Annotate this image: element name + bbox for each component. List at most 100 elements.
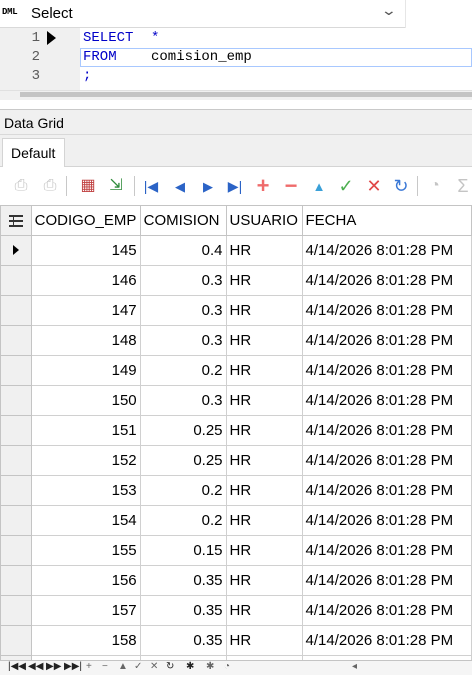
data-grid[interactable]: CODIGO_EMP COMISION USUARIO FECHA 145 0.4… <box>0 205 472 660</box>
table-row[interactable]: 155 0.15 HR 4/14/2026 8:01:28 PM <box>0 535 472 566</box>
nav-first-page-icon[interactable]: |◀◀ <box>8 662 26 672</box>
cancel-edit-icon[interactable]: ✕ <box>364 175 384 197</box>
table-cell-codigo-emp[interactable]: 149 <box>30 355 141 386</box>
delete-record-icon[interactable]: − <box>281 175 301 197</box>
table-cell-comision[interactable]: 0.25 <box>139 445 227 476</box>
table-cell-comision[interactable]: 0.3 <box>139 265 227 296</box>
table-cell-codigo-emp[interactable]: 155 <box>30 535 141 566</box>
row-selector[interactable] <box>0 385 32 416</box>
table-row[interactable]: 158 0.35 HR 4/14/2026 8:01:28 PM <box>0 625 472 656</box>
table-row[interactable]: 145 0.4 HR 4/14/2026 8:01:28 PM <box>0 235 472 266</box>
row-selector[interactable] <box>0 325 32 356</box>
column-header[interactable]: FECHA <box>301 205 472 236</box>
export-icon[interactable]: ⇲ <box>106 175 126 197</box>
table-row[interactable]: 148 0.3 HR 4/14/2026 8:01:28 PM <box>0 325 472 356</box>
table-cell-codigo-emp[interactable]: 148 <box>30 325 141 356</box>
table-row[interactable]: 154 0.2 HR 4/14/2026 8:01:28 PM <box>0 505 472 536</box>
table-cell-comision[interactable]: 0.3 <box>139 325 227 356</box>
row-selector[interactable] <box>0 355 32 386</box>
table-cell-fecha[interactable]: 4/14/2026 8:01:28 PM <box>301 535 472 566</box>
prior-record-icon[interactable]: ◀ <box>170 175 190 197</box>
table-cell-comision[interactable]: 0.15 <box>139 535 227 566</box>
table-cell-comision[interactable]: 0.2 <box>139 355 227 386</box>
column-header[interactable]: COMISION <box>139 205 227 236</box>
table-cell-fecha[interactable]: 4/14/2026 8:01:28 PM <box>301 445 472 476</box>
table-cell-fecha[interactable]: 4/14/2026 8:01:28 PM <box>301 325 472 356</box>
table-cell-comision[interactable]: 0.35 <box>139 565 227 596</box>
table-cell-comision[interactable]: 0.2 <box>139 475 227 506</box>
nav-refresh-icon[interactable]: ↻ <box>166 662 174 672</box>
table-cell-usuario[interactable]: HR <box>225 385 303 416</box>
table-cell-fecha[interactable]: 4/14/2026 8:01:28 PM <box>301 625 472 656</box>
horizontal-scrollbar-thumb[interactable] <box>20 92 472 97</box>
table-cell-usuario[interactable]: HR <box>225 625 303 656</box>
nav-insert-icon[interactable]: + <box>86 662 92 672</box>
table-row[interactable]: 156 0.35 HR 4/14/2026 8:01:28 PM <box>0 565 472 596</box>
edit-record-icon[interactable]: ▲ <box>309 175 329 197</box>
nav-filter-icon[interactable]: ◔ <box>224 662 230 672</box>
table-cell-usuario[interactable]: HR <box>225 505 303 536</box>
table-cell-comision[interactable]: 0.25 <box>139 415 227 446</box>
table-cell-usuario[interactable]: HR <box>225 595 303 626</box>
table-cell-fecha[interactable]: 4/14/2026 8:01:28 PM <box>301 505 472 536</box>
nav-bookmark-icon[interactable]: ✱ <box>186 662 194 672</box>
table-cell-fecha[interactable]: 4/14/2026 8:01:28 PM <box>301 415 472 446</box>
table-cell-usuario[interactable]: HR <box>225 535 303 566</box>
table-cell-fecha[interactable]: 4/14/2026 8:01:28 PM <box>301 355 472 386</box>
column-header[interactable]: USUARIO <box>225 205 303 236</box>
table-row[interactable]: 151 0.25 HR 4/14/2026 8:01:28 PM <box>0 415 472 446</box>
nav-delete-icon[interactable]: − <box>102 662 108 672</box>
table-cell-usuario[interactable]: HR <box>225 295 303 326</box>
table-cell-usuario[interactable]: HR <box>225 235 303 266</box>
nav-edit-icon[interactable]: ▲ <box>118 662 128 672</box>
nav-goto-bookmark-icon[interactable]: ✱ <box>206 662 214 672</box>
row-selector[interactable] <box>0 265 32 296</box>
nav-prior-page-icon[interactable]: ◀◀ <box>28 662 43 672</box>
table-cell-codigo-emp[interactable]: 158 <box>30 625 141 656</box>
row-selector[interactable] <box>0 295 32 326</box>
table-cell-fecha[interactable]: 4/14/2026 8:01:28 PM <box>301 595 472 626</box>
nav-post-icon[interactable]: ✓ <box>134 662 142 672</box>
table-cell-fecha[interactable]: 4/14/2026 8:01:28 PM <box>301 235 472 266</box>
row-selector[interactable] <box>0 445 32 476</box>
table-cell-codigo-emp[interactable]: 151 <box>30 415 141 446</box>
row-selector[interactable] <box>0 505 32 536</box>
table-row[interactable]: 147 0.3 HR 4/14/2026 8:01:28 PM <box>0 295 472 326</box>
table-cell-fecha[interactable]: 4/14/2026 8:01:28 PM <box>301 295 472 326</box>
next-record-icon[interactable]: ▶ <box>198 175 218 197</box>
table-row[interactable]: 157 0.35 HR 4/14/2026 8:01:28 PM <box>0 595 472 626</box>
table-cell-codigo-emp[interactable]: 147 <box>30 295 141 326</box>
nav-next-page-icon[interactable]: ▶▶ <box>46 662 61 672</box>
table-cell-comision[interactable]: 0.3 <box>139 385 227 416</box>
nav-scroll-left-icon[interactable]: ◂ <box>352 662 357 672</box>
table-cell-fecha[interactable]: 4/14/2026 8:01:28 PM <box>301 265 472 296</box>
table-cell-codigo-emp[interactable]: 154 <box>30 505 141 536</box>
table-row[interactable]: 152 0.25 HR 4/14/2026 8:01:28 PM <box>0 445 472 476</box>
table-cell-comision[interactable]: 0.35 <box>139 595 227 626</box>
post-edit-icon[interactable]: ✓ <box>336 175 356 197</box>
refresh-icon[interactable]: ↻ <box>391 175 411 197</box>
table-cell-usuario[interactable]: HR <box>225 565 303 596</box>
row-selector[interactable] <box>0 235 32 266</box>
table-cell-usuario[interactable]: HR <box>225 475 303 506</box>
row-selector[interactable] <box>0 415 32 446</box>
table-cell-codigo-emp[interactable]: 146 <box>30 265 141 296</box>
select-all-corner[interactable] <box>0 205 32 236</box>
table-cell-fecha[interactable]: 4/14/2026 8:01:28 PM <box>301 565 472 596</box>
table-cell-comision[interactable]: 0.2 <box>139 505 227 536</box>
table-cell-codigo-emp[interactable]: 153 <box>30 475 141 506</box>
nav-cancel-icon[interactable]: ✕ <box>150 662 158 672</box>
grid-view-icon[interactable]: ▦ <box>78 175 98 197</box>
table-cell-comision[interactable]: 0.35 <box>139 625 227 656</box>
row-selector[interactable] <box>0 475 32 506</box>
tab-default[interactable]: Default <box>2 138 65 168</box>
table-cell-usuario[interactable]: HR <box>225 355 303 386</box>
column-header[interactable]: CODIGO_EMP <box>30 205 141 236</box>
table-cell-codigo-emp[interactable]: 157 <box>30 595 141 626</box>
table-row[interactable]: 149 0.2 HR 4/14/2026 8:01:28 PM <box>0 355 472 386</box>
table-cell-comision[interactable]: 0.4 <box>139 235 227 266</box>
last-record-icon[interactable]: ▶| <box>225 175 245 197</box>
chevron-down-icon[interactable]: ⌄ <box>381 2 397 19</box>
table-cell-codigo-emp[interactable]: 150 <box>30 385 141 416</box>
insert-record-icon[interactable]: + <box>253 175 273 197</box>
